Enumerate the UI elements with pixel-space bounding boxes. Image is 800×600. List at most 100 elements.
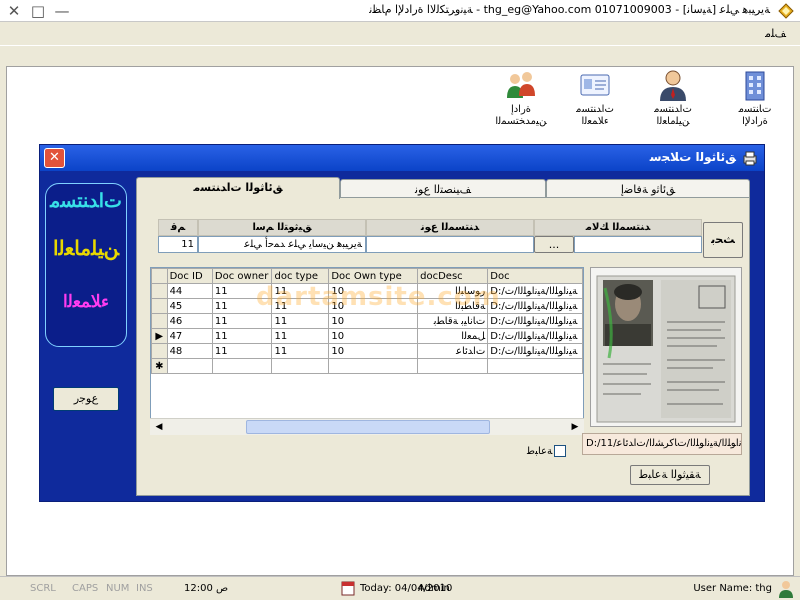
toolbar-management-docs[interactable]: ﺕﺎﻨﺘﺴﻣ ﺓﺭﺍﺩﻹﺍ <box>722 68 788 136</box>
cell-doc-id[interactable]: 44 <box>166 283 213 299</box>
header-doc[interactable]: Doc <box>487 268 583 284</box>
status-ins: INS <box>136 583 153 594</box>
table-row[interactable]: 48 11 11 10 ﺕﺍﺪﺋﺎﻋ D:/ﺔﻴﻧﺍﻮﻠﻟﺍ/ﺔﻴﻧﺍﻮﻠﻟﺍ/… <box>151 343 583 359</box>
tab-document-records[interactable]: ﻖﺋﺎﺛﻮﻟﺍ ﺕﺍﺪﻨﺘﺴﻣ <box>136 177 340 199</box>
cell-doc-owner[interactable]: 11 <box>211 313 273 329</box>
type-field[interactable] <box>366 236 534 253</box>
close-window-icon[interactable]: ✕ <box>4 2 24 20</box>
toolbar-label: ﺕﺍﺪﻨﺘﺴﻣ ﻦﻴﻠﻣﺎﻌﻟﺍ <box>654 104 692 127</box>
toolbar-label: ﺓﺭﺍﺩﺇ ﻦﻴﻣﺪﺨﺘﺴﻤﻟﺍ <box>495 104 547 127</box>
column-header-type: ﺪﻨﺘﺴﻤﻟﺍ ﻉﻮﻧ <box>366 219 534 236</box>
column-header-name: ﻖﻴﺛﻮﺘﻟﺍ ﻢﺳﺍ <box>198 219 366 236</box>
cell-doc-id[interactable]: 48 <box>166 343 213 359</box>
close-button[interactable]: ✕ <box>44 148 65 168</box>
cell-doc-owner[interactable] <box>211 358 273 374</box>
building-icon <box>745 71 765 101</box>
table-row-new[interactable]: ✱ <box>151 358 583 374</box>
window-title: ﺔﻳﺮﻴﺒﻫ ﻲﻠﻋ [ﺔﻴﺳﺎﻧ] - thg_eg@Yahoo.com 01… <box>369 3 770 16</box>
status-caps: CAPS <box>72 583 99 594</box>
status-scrl: SCRL <box>30 583 56 594</box>
print-checkbox[interactable] <box>554 445 566 457</box>
cell-doc[interactable]: D:/ﺔﻴﻧﺍﻮﻠﻟﺍ/ﺔﻴﻧﺍﻮﻠﻟﺍ/ﺕ <box>487 283 583 299</box>
document-preview <box>590 267 742 427</box>
grid-horizontal-scrollbar[interactable]: ◀ ▶ <box>150 418 584 435</box>
toolbar-label: ﺕﺎﻨﺘﺴﻣ ﺓﺭﺍﺩﻹﺍ <box>738 104 772 127</box>
column-header-code: ﻢﻗ <box>158 219 198 236</box>
cell-doc[interactable]: D:/ﺔﻴﻧﺍﻮﻠﻟﺍ/ﺔﻴﻧﺍﻮﻠﻟﺍ/ﺕ <box>487 343 583 359</box>
scroll-right-icon[interactable]: ▶ <box>568 420 582 434</box>
name-field[interactable]: ﺔﻳﺮﻴﺒﻫ ﻦﻴﺳﺎﻳ ﻲﻠﻋ ﺪﻤﺣﺃ ﻲﻠﻋ <box>198 236 366 253</box>
id-card-icon <box>580 74 610 96</box>
row-marker[interactable] <box>151 343 168 359</box>
row-marker[interactable] <box>151 298 168 314</box>
menu-bar: ﻒﻠﻣ <box>0 22 800 46</box>
cell-doc-own-type[interactable]: 10 <box>328 343 419 359</box>
nav-item-clients[interactable]: ﺀﻼﻤﻌﻟﺍ <box>46 292 126 312</box>
row-marker[interactable]: ✱ <box>151 358 168 374</box>
printer-icon <box>743 151 757 166</box>
cell-doc-type[interactable]: 11 <box>271 343 330 359</box>
row-header-corner <box>151 268 168 284</box>
scroll-left-icon[interactable]: ◀ <box>152 420 166 434</box>
print-document-button[interactable]: ﺔﻘﻴﺛﻮﻟﺍ ﺔﻋﺎﺒﻃ <box>630 465 710 485</box>
tab-add-documents[interactable]: ﻖﺋﺎﺛﻭ ﺔﻓﺎﺿﺇ <box>546 179 750 199</box>
row-marker[interactable] <box>151 313 168 329</box>
tab-classification-type[interactable]: ﻒﻴﻨﺼﺘﻟﺍ ﻉﻮﻧ <box>340 179 546 199</box>
code-field[interactable]: 11 <box>158 236 198 253</box>
cell-doc-id[interactable]: 47 <box>166 328 213 344</box>
cell-doc-id[interactable]: 46 <box>166 313 213 329</box>
maximize-window-icon[interactable]: □ <box>28 2 48 20</box>
cell-doc-type[interactable] <box>271 358 330 374</box>
cell-doc-type[interactable]: 11 <box>271 313 330 329</box>
minimize-window-icon[interactable]: — <box>52 2 72 20</box>
row-marker[interactable] <box>151 283 168 299</box>
cell-doc[interactable]: D:/ﺔﻴﻧﺍﻮﻠﻟﺍ/ﺔﻴﻧﺍﻮﻠﻟﺍ/ﺕ <box>487 313 583 329</box>
table-row[interactable]: 46 11 11 10 ﺕﺎﻧﺎﻴﺑ ﺔﻗﺎﻄﺑ D:/ﺔﻴﻧﺍﻮﻠﻟﺍ/ﺔﻴﻧ… <box>151 313 583 329</box>
header-doc-id[interactable]: Doc ID <box>166 268 213 284</box>
row-marker[interactable]: ▶ <box>151 328 168 344</box>
owner-field[interactable] <box>574 236 702 253</box>
cell-doc-type[interactable]: 11 <box>271 328 330 344</box>
users-icon <box>507 72 535 98</box>
cell-doc-desc[interactable] <box>417 358 489 374</box>
document-scan-image <box>591 268 741 426</box>
status-user: User Name: thg <box>693 583 772 594</box>
cell-doc-own-type[interactable] <box>328 358 419 374</box>
section-nav-panel: ﺕﺍﺪﻨﺘﺴﻣ ﻦﻴﻠﻣﺎﻌﻟﺍ ﺀﻼﻤﻌﻟﺍ <box>45 183 127 347</box>
app-logo-icon <box>778 3 794 19</box>
documents-window-titlebar: ✕ ﻖﺋﺎﺛﻮﻟﺍ ﺕﻼﺠﺳ <box>40 145 764 171</box>
cell-doc-id[interactable] <box>166 358 213 374</box>
documents-window-title: ﻖﺋﺎﺛﻮﻟﺍ ﺕﻼﺠﺳ <box>649 150 736 164</box>
toolbar-user-management[interactable]: ﺓﺭﺍﺩﺇ ﻦﻴﻣﺪﺨﺘﺴﻤﻟﺍ <box>488 68 554 136</box>
scroll-thumb[interactable] <box>246 420 490 434</box>
status-today: Today: 04/04/2010 <box>360 583 453 594</box>
cell-doc-own-type[interactable]: 10 <box>328 313 419 329</box>
menu-file[interactable]: ﻒﻠﻣ <box>765 27 786 40</box>
status-time: 12:00 ﺹ <box>184 583 229 594</box>
status-bar: User Name: thg Admin Today: 04/04/2010 1… <box>0 576 800 600</box>
table-row[interactable]: ▶ 47 11 11 10 ﻞﻤﻌﻟﺍ D:/ﺔﻴﻧﺍﻮﻠﻟﺍ/ﺔﻴﻧﺍﻮﻠﻟﺍ… <box>151 328 583 344</box>
cell-doc-desc[interactable]: ﺕﺎﻧﺎﻴﺑ ﺔﻗﺎﻄﺑ <box>417 313 489 329</box>
cell-doc[interactable]: D:/ﺔﻴﻧﺍﻮﻠﻟﺍ/ﺔﻴﻧﺍﻮﻠﻟﺍ/ﺕ <box>487 328 583 344</box>
cell-doc[interactable] <box>487 358 583 374</box>
nav-item-documents[interactable]: ﺕﺍﺪﻨﺘﺴﻣ <box>46 190 126 212</box>
toolbar-client-docs[interactable]: ﺕﺍﺪﻨﺘﺴﻣ ﺀﻼﻤﻌﻟﺍ <box>562 68 628 136</box>
toolbar-employee-docs[interactable]: ﺕﺍﺪﻨﺘﺴﻣ ﻦﻴﻠﻣﺎﻌﻟﺍ <box>640 68 706 136</box>
status-num: NUM <box>106 583 130 594</box>
window-titlebar: ✕ □ — ﺔﻳﺮﻴﺒﻫ ﻲﻠﻋ [ﺔﻴﺳﺎﻧ] - thg_eg@Yahoo.… <box>0 0 800 22</box>
cell-doc-owner[interactable]: 11 <box>211 343 273 359</box>
cell-doc-owner[interactable]: 11 <box>211 328 273 344</box>
document-path-field[interactable]: D:/ﺔﻴﻧﺍﻮﻠﻟﺍ/ﺔﻴﻧﺍﻮﻠﻟﺍ/ﺕﺎﻛﺮﺸﻟﺍ/ﺕﺍﺪﺋﺎﻋ/11 <box>582 433 742 455</box>
cell-doc-own-type[interactable]: 10 <box>328 328 419 344</box>
back-button[interactable]: ﻉﻮﺟﺭ <box>53 387 119 411</box>
browse-button[interactable]: ... <box>534 236 574 253</box>
cell-doc-desc[interactable]: ﻞﻤﻌﻟﺍ <box>417 328 489 344</box>
nav-item-employees[interactable]: ﻦﻴﻠﻣﺎﻌﻟﺍ <box>46 236 126 260</box>
cell-doc-id[interactable]: 45 <box>166 298 213 314</box>
user-status-icon <box>779 581 793 598</box>
search-button[interactable]: ﺚﺤﺑ <box>703 222 743 258</box>
cell-doc-desc[interactable]: ﺕﺍﺪﺋﺎﻋ <box>417 343 489 359</box>
print-checkbox-label: ﺔﻋﺎﺒﻃ <box>527 446 553 457</box>
toolbar-label: ﺕﺍﺪﻨﺘﺴﻣ ﺀﻼﻤﻌﻟﺍ <box>576 104 614 127</box>
cell-doc[interactable]: D:/ﺔﻴﻧﺍﻮﻠﻟﺍ/ﺔﻴﻧﺍﻮﻠﻟﺍ/ﺕ <box>487 298 583 314</box>
